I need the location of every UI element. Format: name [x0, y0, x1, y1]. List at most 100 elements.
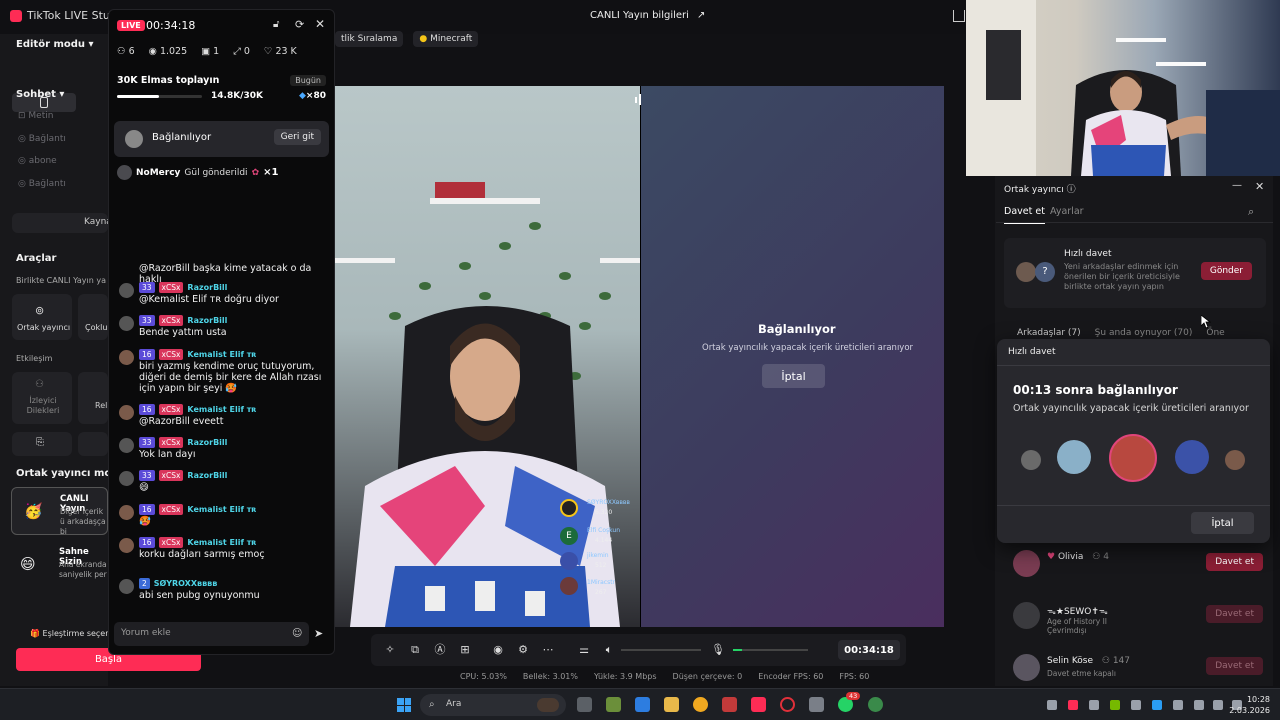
minecraft-app-icon[interactable]: [606, 697, 621, 712]
taskbar-clock[interactable]: 10:28 2.03.2026: [1229, 694, 1270, 716]
more-icon[interactable]: ⋯: [541, 643, 555, 657]
mixer-icon[interactable]: ⚌: [577, 643, 591, 657]
chat-item-link-2[interactable]: ◎ Bağlantı: [18, 179, 66, 189]
camera-edit-icon[interactable]: ⧉: [408, 643, 422, 657]
viewer-requests-tile[interactable]: ⚇ İzleyici Dilekleri: [12, 372, 72, 424]
editor-mode-dropdown[interactable]: Editör modu ▾: [16, 39, 94, 50]
chat-message: 16 xCSx Kemalist Elif ᴛʀ korku dağları sar…: [139, 537, 265, 560]
extra-tile-2[interactable]: [78, 432, 108, 456]
rel-tile-label: Rel: [95, 401, 108, 410]
ai-icon[interactable]: Ⓐ: [433, 643, 447, 657]
live-mode-card[interactable]: 🥳 CANLI Yayın Diğer içerik ü arkadaşça b…: [11, 487, 108, 536]
stage-mode-card[interactable]: 😄 Sahne Sizin Ana ekranda saniyelik per: [11, 541, 108, 589]
invite-button[interactable]: Davet et: [1206, 657, 1263, 675]
friend-name: ♥ Olivia ⚇ 4: [1047, 552, 1109, 562]
users-icon: ⚇: [117, 46, 126, 57]
tiktok-live-taskbar-icon[interactable]: [751, 697, 766, 712]
rank-4-name: 1Miracstr: [587, 579, 616, 586]
heart-icon: ♡: [263, 46, 273, 57]
mic-level-meter[interactable]: [733, 649, 808, 651]
copilot-icon[interactable]: [635, 697, 650, 712]
info-icon[interactable]: ⓘ: [1067, 185, 1076, 195]
minimize-icon[interactable]: —: [1232, 180, 1242, 191]
popup-cancel-button[interactable]: İptal: [1191, 512, 1254, 534]
chat-avatar: [119, 438, 134, 453]
send-icon[interactable]: ➤: [314, 627, 323, 640]
live-mode-emoji-icon: 🥳: [24, 502, 43, 520]
add-media-icon[interactable]: ⊞: [458, 643, 472, 657]
gift-box-icon: ▣: [201, 46, 211, 57]
microphone-icon[interactable]: 🎙︎: [711, 643, 725, 657]
goal-progress-bar: [117, 95, 202, 98]
fps-stat: FPS: 60: [839, 672, 870, 681]
tray-app-icon[interactable]: [1089, 700, 1099, 710]
search-icon[interactable]: ⌕: [1248, 205, 1254, 219]
coin-app-icon[interactable]: [693, 697, 708, 712]
chat-message: 16 xCSx Kemalist Elif ᴛʀ @RazorBill eveett: [139, 404, 257, 427]
chat-section-dropdown[interactable]: Sohbet ▾: [16, 89, 64, 100]
extra-tile[interactable]: ⎘: [12, 432, 72, 456]
gift-user-avatar: [117, 165, 132, 180]
matching-options[interactable]: 🎁 Eşleştirme seçene: [30, 629, 115, 638]
guest-cancel-button[interactable]: İptal: [762, 364, 825, 388]
tf-app-icon[interactable]: [722, 697, 737, 712]
home-icon[interactable]: [953, 10, 965, 22]
volume-slider[interactable]: [621, 649, 701, 651]
tray-nvidia-icon[interactable]: [1110, 700, 1120, 710]
tray-app-icon[interactable]: [1047, 700, 1057, 710]
refresh-icon[interactable]: ⟳: [295, 18, 304, 31]
connecting-label: Bağlanılıyor: [152, 132, 212, 143]
send-invite-button[interactable]: Gönder: [1200, 262, 1252, 280]
person-icon: ⚇: [35, 379, 44, 390]
tray-volume-icon[interactable]: [1213, 700, 1223, 710]
source-button[interactable]: Kayna: [12, 213, 112, 233]
tag-ranking[interactable]: tlik Sıralama: [335, 31, 404, 47]
link-icon: ⊚: [35, 304, 45, 317]
invite-button[interactable]: Davet et: [1206, 553, 1263, 571]
tray-app-icon[interactable]: [1152, 700, 1162, 710]
tab-settings[interactable]: Ayarlar: [1050, 206, 1084, 217]
task-view-icon[interactable]: [577, 697, 592, 712]
settings-gear-icon[interactable]: ⚙: [516, 643, 530, 657]
chat-avatar: [119, 471, 134, 486]
chat-item-link[interactable]: ◎ Bağlantı: [18, 134, 66, 144]
chrome-icon[interactable]: [868, 697, 883, 712]
record-icon[interactable]: ◉: [491, 643, 505, 657]
stage-mode-desc: Ana ekranda saniyelik per: [59, 560, 107, 579]
tray-mic-icon[interactable]: [1173, 700, 1183, 710]
rank-3-name: jikemin: [587, 552, 609, 559]
search-icon: ⌕: [429, 699, 435, 710]
gifter-ranking-overlay: SØYROXXʙʙʙʙ 6.320 E Elfi Coşkun 4.144 ji…: [557, 495, 640, 610]
filter-friends[interactable]: Arkadaşlar (7): [1017, 328, 1081, 338]
stream-tags: tlik Sıralama ● Minecraft: [335, 31, 479, 47]
live-mode-desc: Diğer içerik ü arkadaşça bi: [60, 507, 106, 536]
close-icon[interactable]: ✕: [315, 17, 325, 31]
rank-3-avatar: [560, 552, 578, 570]
magic-wand-icon[interactable]: ✧: [383, 643, 397, 657]
tray-app-icon[interactable]: [1131, 700, 1141, 710]
multi-tile[interactable]: Çoklu: [78, 294, 108, 340]
file-explorer-icon[interactable]: [664, 697, 679, 712]
go-back-button[interactable]: Geri git: [273, 129, 321, 145]
calculator-icon[interactable]: [809, 697, 824, 712]
tools-header: Araçlar: [16, 253, 57, 264]
speaker-icon[interactable]: 🔈︎: [602, 643, 616, 657]
guest-connecting-subtitle: Ortak yayıncılık yapacak içerik üreticil…: [702, 343, 914, 353]
close-icon[interactable]: ✕: [1255, 180, 1264, 193]
windows-start-icon[interactable]: [397, 698, 411, 712]
cohost-tile[interactable]: ⊚ Ortak yayıncı: [12, 294, 72, 340]
invite-button[interactable]: Davet et: [1206, 605, 1263, 623]
lock-icon[interactable]: 🔓︎: [273, 19, 279, 30]
emoji-icon[interactable]: ☺: [292, 628, 302, 639]
tray-tiktok-icon[interactable]: [1068, 700, 1078, 710]
opera-icon[interactable]: [780, 697, 795, 712]
gift-text: Gül gönderildi: [184, 167, 248, 178]
filter-playing-now[interactable]: Şu anda oynuyor (70): [1095, 328, 1193, 338]
live-info-button[interactable]: CANLI Yayın bilgileri ↗: [590, 10, 705, 21]
chat-item-text[interactable]: ⊡ Metin: [18, 111, 53, 121]
chat-item-subscribe[interactable]: ◎ abone: [18, 156, 57, 166]
tag-minecraft[interactable]: ● Minecraft: [413, 31, 479, 47]
comment-input[interactable]: Yorum ekle: [114, 622, 309, 646]
rel-tile[interactable]: Rel: [78, 372, 108, 424]
tray-network-icon[interactable]: [1194, 700, 1204, 710]
